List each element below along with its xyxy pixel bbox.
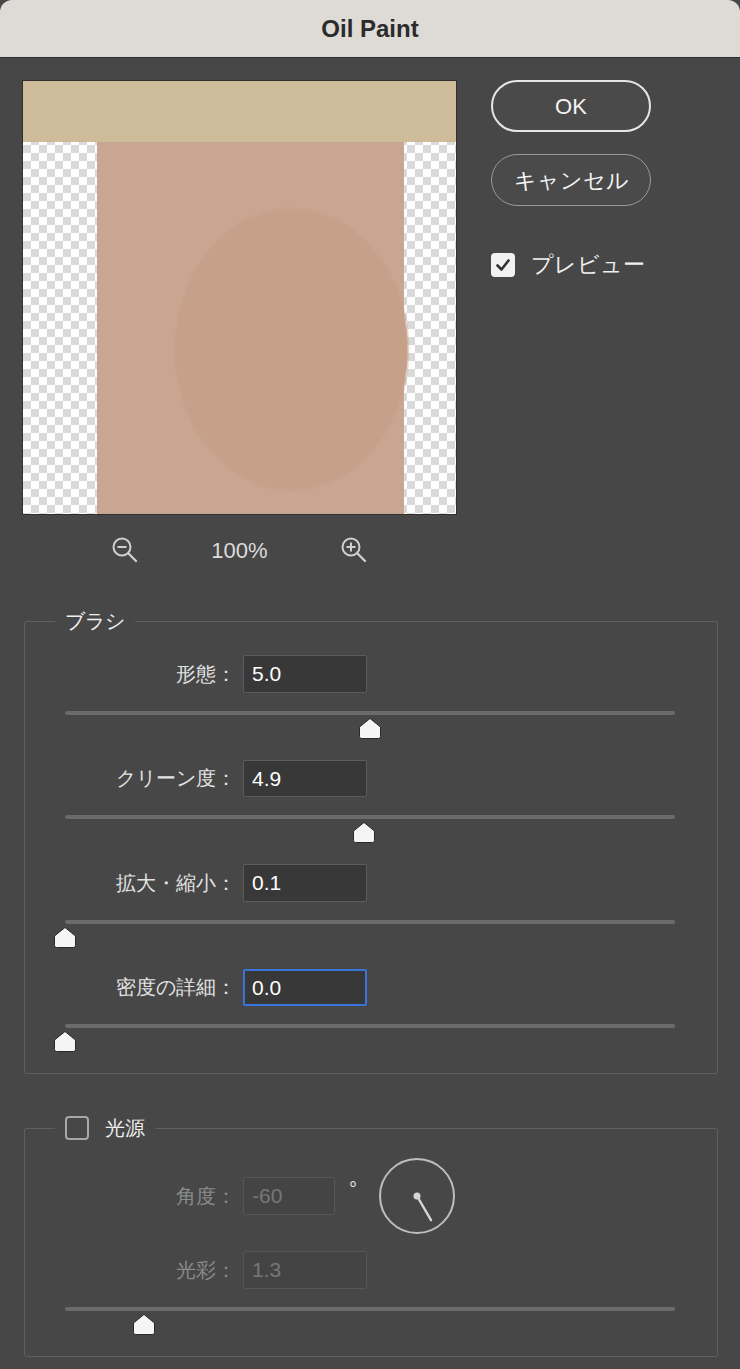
- slider-thumb[interactable]: [53, 1029, 77, 1052]
- preview-toggle[interactable]: プレビュー: [491, 248, 653, 281]
- shine-label: 光彩：: [25, 1255, 236, 1285]
- param-label: クリーン度：: [25, 763, 236, 793]
- slider-thumb[interactable]: [352, 820, 376, 843]
- title-bar: Oil Paint: [0, 0, 740, 58]
- slider-track[interactable]: [65, 920, 675, 924]
- lighting-group: 光源角度： ° 光彩：: [24, 1116, 718, 1357]
- zoom-row: 100%: [22, 535, 457, 565]
- param-label: 密度の詳細：: [25, 972, 236, 1002]
- slider-thumb[interactable]: [132, 1312, 156, 1335]
- shine-input: [243, 1251, 367, 1289]
- slider-track[interactable]: [65, 1024, 675, 1028]
- param-input[interactable]: [243, 969, 367, 1007]
- param-input[interactable]: [243, 864, 367, 902]
- brush-param-row: クリーン度：: [25, 760, 717, 798]
- button-label: キャンセル: [514, 168, 629, 193]
- brush-title: ブラシ: [65, 610, 125, 632]
- brush-legend: ブラシ: [55, 609, 135, 633]
- zoom-in-icon: [340, 536, 368, 564]
- zoom-out-button[interactable]: [111, 536, 139, 564]
- slider-track[interactable]: [65, 815, 675, 819]
- angle-needle-icon: [381, 1160, 453, 1232]
- degree-unit: °: [349, 1174, 357, 1204]
- slider-thumb-icon: [358, 717, 382, 740]
- angle-label: 角度：: [25, 1181, 236, 1211]
- slider-track[interactable]: [65, 711, 675, 715]
- window-title: Oil Paint: [321, 11, 418, 47]
- cancel-button[interactable]: キャンセル: [491, 154, 651, 206]
- preview-image[interactable]: [22, 80, 457, 515]
- zoom-out-icon: [111, 536, 139, 564]
- brush-group: ブラシ形態： クリーン度： 拡大・縮小： 密度の詳細：: [24, 609, 718, 1074]
- shine-row: 光彩：: [25, 1251, 717, 1289]
- param-input[interactable]: [243, 760, 367, 798]
- slider-track[interactable]: [65, 1307, 675, 1311]
- slider-thumb-icon: [352, 821, 376, 844]
- dialog-body: OK キャンセルプレビュー 100% ブラシ形態： クリーン度： 拡大・縮小： 密度の詳細：…: [0, 58, 740, 1357]
- param-slider[interactable]: [65, 711, 675, 760]
- brush-param-row: 形態：: [25, 655, 717, 693]
- angle-row: 角度： °: [25, 1158, 717, 1234]
- angle-input: [243, 1177, 335, 1215]
- check-icon: [495, 257, 511, 273]
- slider-thumb[interactable]: [53, 925, 77, 948]
- button-label: OK: [555, 94, 587, 119]
- zoom-level: 100%: [211, 534, 267, 567]
- lighting-title: 光源: [105, 1116, 145, 1140]
- ok-button[interactable]: OK: [491, 80, 651, 132]
- brush-param-row: 密度の詳細：: [25, 969, 717, 1007]
- preview-label: プレビュー: [531, 248, 645, 281]
- shine-slider[interactable]: [65, 1307, 675, 1356]
- brush-param-row: 拡大・縮小：: [25, 864, 717, 902]
- angle-dial[interactable]: [379, 1158, 455, 1234]
- slider-thumb-icon: [53, 1030, 77, 1053]
- param-slider[interactable]: [65, 815, 675, 864]
- zoom-in-button[interactable]: [340, 536, 368, 564]
- param-input[interactable]: [243, 655, 367, 693]
- slider-thumb-icon: [132, 1313, 156, 1336]
- param-label: 拡大・縮小：: [25, 868, 236, 898]
- preview-checkbox[interactable]: [491, 253, 515, 277]
- param-label: 形態：: [25, 659, 236, 689]
- lighting-legend[interactable]: 光源: [55, 1116, 155, 1140]
- top-row: OK キャンセルプレビュー: [22, 80, 718, 515]
- lighting-checkbox[interactable]: [65, 1116, 89, 1140]
- param-slider[interactable]: [65, 920, 675, 969]
- param-slider[interactable]: [65, 1024, 675, 1073]
- slider-thumb-icon: [53, 926, 77, 949]
- slider-thumb[interactable]: [358, 716, 382, 739]
- button-column: OK キャンセルプレビュー: [491, 80, 653, 281]
